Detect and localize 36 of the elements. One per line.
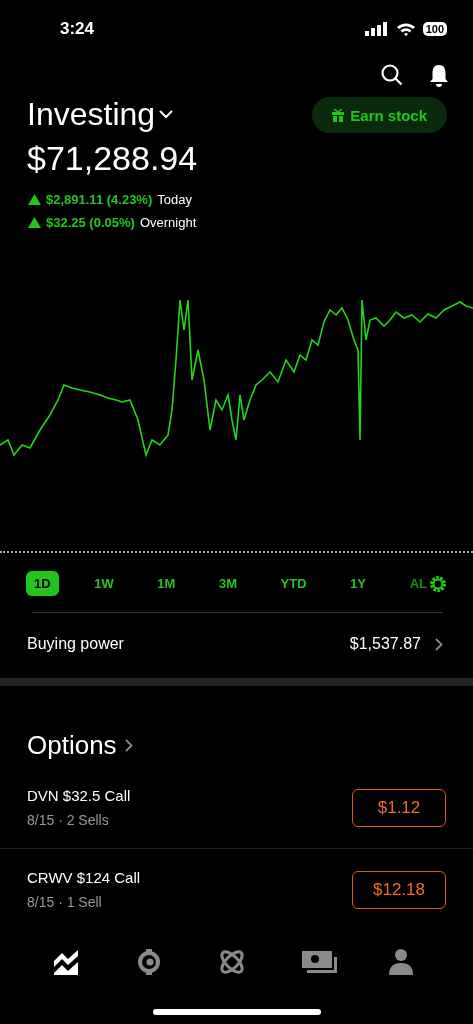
chevron-right-icon[interactable] (124, 739, 133, 752)
bell-icon[interactable] (429, 64, 449, 87)
portfolio-value: $71,288.94 (26, 138, 199, 178)
status-time: 3:24 (60, 19, 95, 39)
signal-icon (364, 22, 389, 36)
option-detail: 8/15 · 2 Sells (27, 812, 110, 828)
range-tab[interactable]: 1Y (342, 571, 375, 596)
gear-icon[interactable] (428, 574, 447, 593)
battery-level: 100 (422, 22, 447, 36)
change-amount: $32.25 (0.05%) (46, 215, 135, 230)
options-heading[interactable]: Options (27, 730, 117, 761)
range-tab[interactable]: 1D (26, 571, 59, 596)
change-label: Overnight (139, 215, 197, 230)
account-title: Investing (27, 95, 156, 133)
wifi-icon (395, 21, 416, 37)
up-triangle-icon (28, 217, 41, 228)
option-name: DVN $32.5 Call (27, 787, 131, 804)
option-price-button[interactable]: $12.18 (352, 870, 446, 909)
option-name: CRWV $124 Call (27, 869, 141, 886)
range-tab[interactable]: YTD (272, 571, 315, 596)
option-price-button[interactable]: $1.12 (352, 788, 446, 827)
change-label: Today (157, 192, 192, 207)
buying-power-value: $1,537.87 (349, 635, 421, 653)
range-tab[interactable]: 3M (210, 571, 245, 596)
range-tab[interactable]: 1M (149, 571, 184, 596)
chevron-down-icon[interactable] (159, 109, 174, 119)
earn-stock-button[interactable]: Earn stock (312, 97, 447, 133)
range-tab[interactable]: AL (401, 571, 429, 596)
up-triangle-icon (28, 194, 41, 205)
search-icon[interactable] (381, 64, 403, 86)
gift-icon (332, 108, 345, 122)
change-amount: $2,891.11 (4.23%) (46, 192, 153, 207)
range-tab[interactable]: 1W (86, 571, 122, 596)
chevron-right-icon[interactable] (435, 637, 443, 651)
option-detail: 8/15 · 1 Sell (27, 894, 103, 910)
buying-power-label: Buying power (27, 635, 124, 653)
